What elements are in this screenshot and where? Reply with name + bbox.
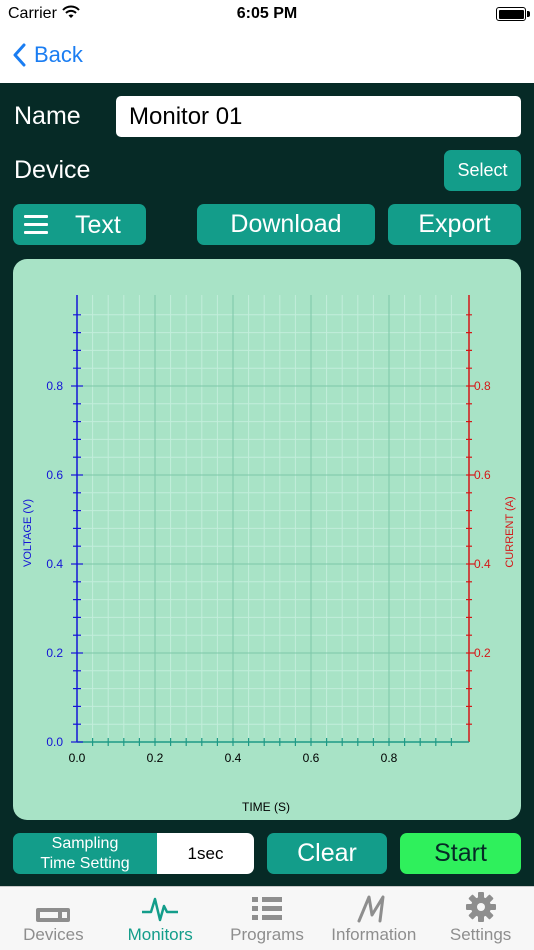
chart-panel: 0.0 0.2 0.4 0.6 0.8 0.0 0.2 0.4 0.6 0.8 0.2 0.4 0.6 0… [13, 259, 521, 820]
tab-label: Monitors [127, 925, 193, 944]
time-tick-label: 0.0 [69, 751, 86, 765]
tab-programs[interactable]: Programs [214, 887, 321, 950]
tab-devices[interactable]: Devices [0, 887, 107, 950]
tab-label: Settings [449, 925, 512, 944]
voltage-current-chart: 0.0 0.2 0.4 0.6 0.8 0.0 0.2 0.4 0.6 0.8 0.2 0.4 0.6 0… [22, 295, 516, 814]
programs-icon [251, 887, 283, 925]
monitor-panel: Name Device Select Text Download Export … [0, 83, 534, 886]
export-button[interactable]: Export [388, 204, 521, 245]
name-input[interactable] [116, 96, 521, 137]
back-label: Back [34, 42, 83, 67]
status-bar: Carrier 6:05 PM [0, 0, 534, 28]
navigation-bar: Back [0, 28, 534, 82]
time-axis-title: TIME (S) [242, 800, 290, 814]
voltage-axis-title: VOLTAGE (V) [22, 499, 34, 567]
tab-label: Information [331, 925, 417, 944]
sampling-time-label: Sampling Time Setting [13, 833, 157, 874]
current-axis-title: CURRENT (A) [504, 496, 516, 567]
current-tick-label: 0.2 [474, 646, 491, 660]
download-button[interactable]: Download [197, 204, 375, 245]
settings-icon [465, 887, 497, 925]
voltage-tick-label: 0.6 [46, 468, 63, 482]
start-button[interactable]: Start [400, 833, 521, 874]
name-label: Name [14, 102, 81, 130]
time-tick-label: 0.6 [303, 751, 320, 765]
time-tick-label: 0.2 [147, 751, 164, 765]
clear-button[interactable]: Clear [267, 833, 387, 874]
back-button[interactable]: Back [12, 40, 83, 70]
devices-icon [35, 887, 71, 925]
select-device-button[interactable]: Select [444, 150, 521, 191]
sampling-time-value[interactable]: 1sec [157, 833, 254, 874]
text-button[interactable]: Text [13, 204, 146, 245]
voltage-tick-label: 0.8 [46, 379, 63, 393]
battery-icon [496, 7, 530, 21]
device-label: Device [14, 156, 91, 184]
voltage-tick-label: 0.4 [46, 557, 63, 571]
tab-monitors[interactable]: Monitors [107, 887, 214, 950]
voltage-tick-label: 0.2 [46, 646, 63, 660]
current-tick-label: 0.4 [474, 557, 491, 571]
sampling-time-setting: Sampling Time Setting 1sec [13, 833, 254, 874]
tab-information[interactable]: Information [320, 887, 427, 950]
time-tick-label: 0.4 [225, 751, 242, 765]
tab-label: Programs [230, 925, 304, 944]
sampling-label-line1: Sampling [51, 834, 119, 852]
time-tick-label: 0.8 [381, 751, 398, 765]
tab-label: Devices [23, 925, 84, 944]
text-button-label: Text [75, 211, 121, 239]
information-icon [356, 887, 392, 925]
menu-icon [24, 215, 48, 234]
chevron-left-icon [13, 43, 26, 67]
tab-settings[interactable]: Settings [427, 887, 534, 950]
monitors-icon [141, 887, 179, 925]
sampling-label-line2: Time Setting [40, 854, 130, 872]
current-tick-label: 0.8 [474, 379, 491, 393]
voltage-tick-label: 0.0 [46, 735, 63, 749]
status-time: 6:05 PM [236, 5, 298, 22]
current-tick-label: 0.6 [474, 468, 491, 482]
tab-bar: Devices Monitors Programs Information Se… [0, 886, 534, 950]
